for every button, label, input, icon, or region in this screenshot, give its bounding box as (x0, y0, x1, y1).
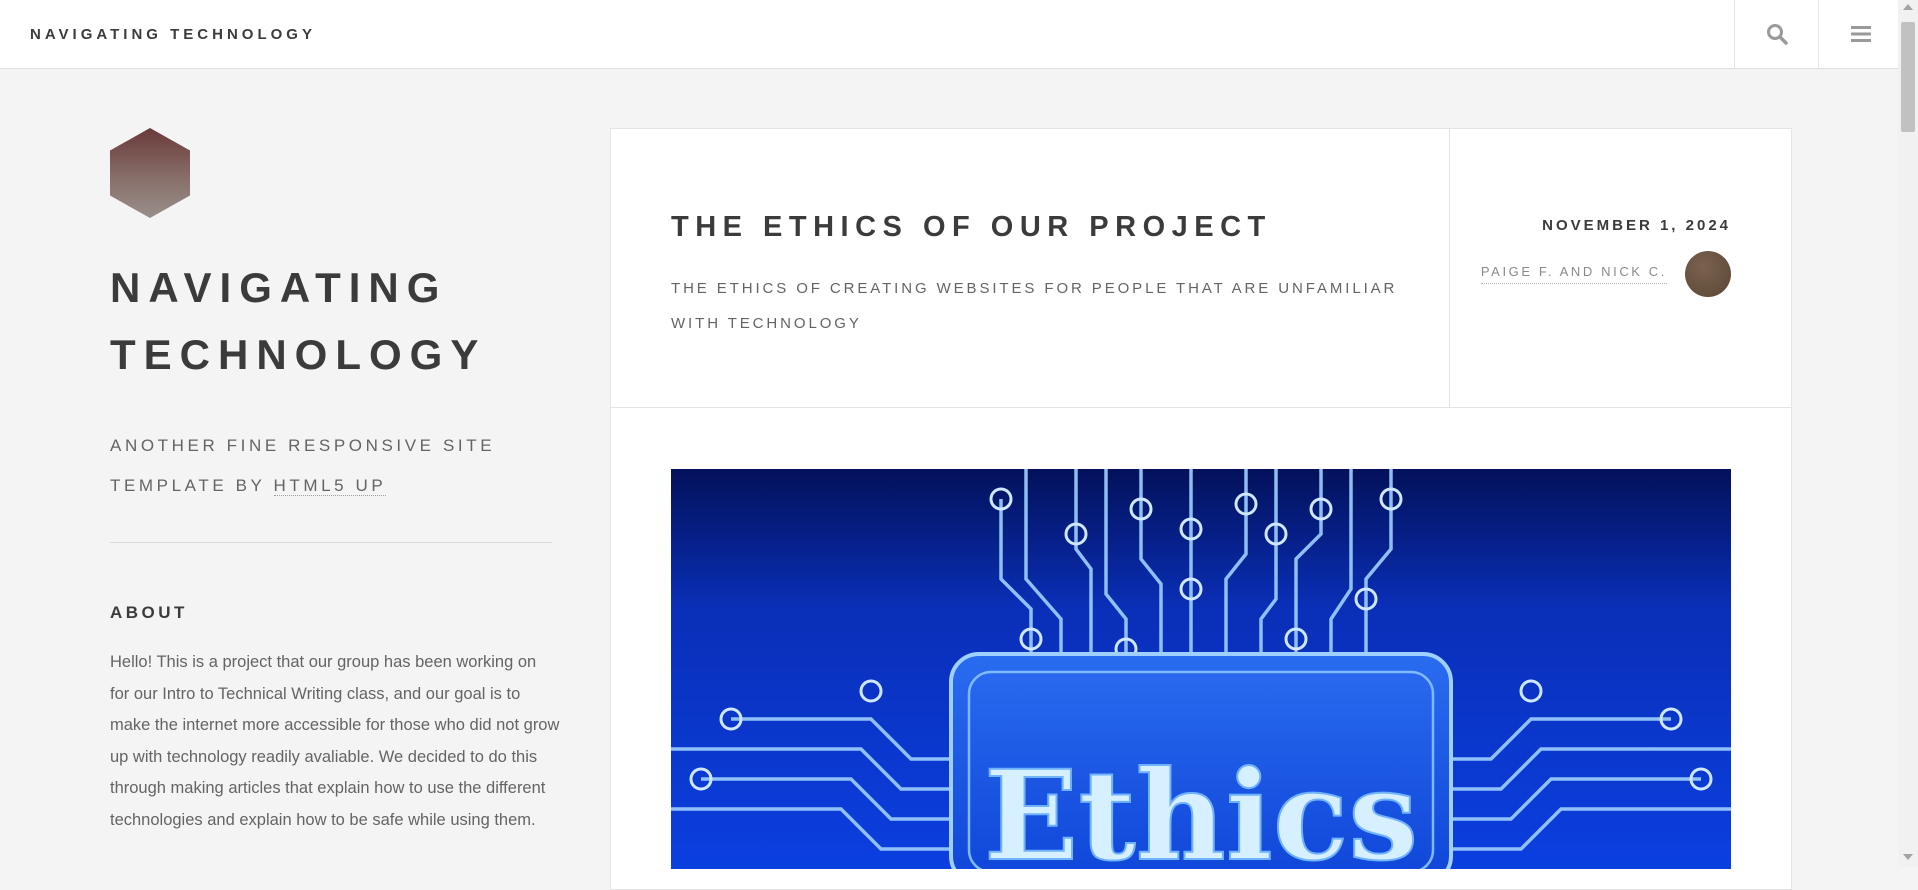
site-tagline: ANOTHER FINE RESPONSIVE SITE TEMPLATE BY… (110, 426, 552, 506)
about-text: Hello! This is a project that our group … (110, 653, 560, 829)
article-meta: NOVEMBER 1, 2024 PAIGE F. AND NICK C. (1450, 129, 1791, 407)
image-ethics-text: Ethics (984, 744, 1418, 869)
article-author-link[interactable]: PAIGE F. AND NICK C. (1480, 264, 1667, 284)
hamburger-menu-icon (1851, 25, 1871, 43)
navbar-brand-link[interactable]: NAVIGATING TECHNOLOGY (30, 26, 316, 43)
scroll-up-arrow-icon[interactable] (1903, 4, 1913, 10)
scroll-down-arrow-icon[interactable] (1903, 854, 1913, 860)
article-featured-image[interactable]: Ethics (671, 469, 1731, 869)
article-title[interactable]: THE ETHICS OF OUR PROJECT (671, 211, 1272, 244)
scrollbar-thumb[interactable] (1901, 22, 1915, 132)
article-date: NOVEMBER 1, 2024 (1542, 217, 1731, 234)
top-navbar: NAVIGATING TECHNOLOGY (0, 0, 1898, 69)
site-title: NAVIGATING TECHNOLOGY (110, 264, 487, 378)
search-icon (1766, 23, 1788, 45)
search-button[interactable] (1734, 0, 1819, 68)
hexagon-logo-icon[interactable] (110, 128, 190, 218)
article-title-block: THE ETHICS OF OUR PROJECT THE ETHICS OF … (611, 129, 1450, 407)
article-subtitle: THE ETHICS OF CREATING WEBSITES FOR PEOP… (671, 280, 1398, 332)
author-avatar[interactable] (1685, 251, 1731, 297)
article-header: THE ETHICS OF OUR PROJECT THE ETHICS OF … (611, 129, 1791, 408)
page-scrollbar[interactable] (1898, 0, 1918, 867)
about-heading: ABOUT (110, 603, 188, 622)
menu-button[interactable] (1818, 0, 1903, 68)
sidebar: NAVIGATING TECHNOLOGY ANOTHER FINE RESPO… (110, 128, 559, 836)
article-post: THE ETHICS OF OUR PROJECT THE ETHICS OF … (610, 128, 1792, 890)
html5up-link[interactable]: HTML5 UP (273, 476, 387, 496)
sidebar-divider (110, 542, 552, 543)
